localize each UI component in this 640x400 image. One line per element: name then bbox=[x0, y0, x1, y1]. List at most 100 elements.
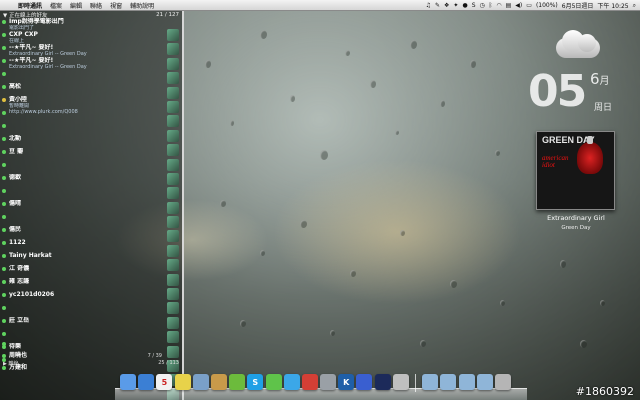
avatar bbox=[167, 43, 179, 56]
contact-row[interactable]: 高松 bbox=[0, 83, 182, 96]
menu-app[interactable]: 即時通訊 bbox=[14, 1, 46, 10]
contact-row[interactable]: http://www.plurk.com/Q008 bbox=[0, 109, 182, 122]
contact-list: Imp說得學電影出門 電影出門了 CXP CXP 在線上 --★平凡~ 要好! Extra… bbox=[0, 18, 182, 369]
k-app-icon[interactable]: K bbox=[338, 374, 355, 390]
adium-status-icon[interactable]: ● bbox=[462, 2, 467, 9]
dock: 5 S K bbox=[120, 374, 511, 394]
contact-row[interactable]: --★平凡~ 要好! Extraordinary Girl -- Green Da… bbox=[0, 44, 182, 57]
utility-icon[interactable] bbox=[392, 374, 409, 390]
contact-row[interactable] bbox=[0, 338, 182, 350]
status-dot-icon bbox=[2, 202, 6, 206]
contact-row[interactable] bbox=[0, 187, 182, 200]
preview-icon[interactable] bbox=[192, 374, 209, 390]
dropbox-status-icon[interactable]: ❖ bbox=[444, 2, 449, 9]
avatar bbox=[167, 72, 179, 85]
adium-icon[interactable] bbox=[229, 374, 246, 390]
twitter-status-icon[interactable]: ✦ bbox=[453, 2, 458, 9]
menubar-time[interactable]: 下午 10:25 bbox=[597, 1, 628, 10]
avatar bbox=[167, 172, 179, 185]
time-machine-icon[interactable]: ◷ bbox=[480, 2, 485, 9]
status-dot-icon bbox=[2, 189, 6, 193]
music-status-icon[interactable]: ♫ bbox=[426, 2, 431, 9]
spotlight-icon[interactable]: ⌕ bbox=[633, 2, 636, 10]
chrome-icon[interactable] bbox=[301, 374, 318, 390]
status-dot-icon bbox=[2, 228, 6, 232]
status-area: ♫ ✎ ❖ ✦ ● S ◷ ᛒ ◠ ▤ ◀) ▭ (100%) 6月5日週日 下… bbox=[426, 0, 636, 11]
contact-row[interactable]: 傷民 bbox=[0, 226, 182, 239]
menu-help[interactable]: 輔助說明 bbox=[126, 1, 158, 10]
package-icon[interactable] bbox=[210, 374, 227, 390]
safari-icon[interactable] bbox=[138, 374, 155, 390]
contact-row[interactable]: yc2101d0206 bbox=[0, 291, 182, 304]
twitter-icon[interactable] bbox=[283, 374, 300, 390]
folder-icon[interactable] bbox=[440, 374, 457, 390]
contact-row[interactable]: 傷晴 bbox=[0, 200, 182, 213]
messages-icon[interactable] bbox=[265, 374, 282, 390]
stickies-icon[interactable] bbox=[174, 374, 191, 390]
folder-icon[interactable] bbox=[422, 374, 439, 390]
contact-row[interactable]: 周曉也 bbox=[0, 350, 182, 362]
album-artwork[interactable]: GREEN DAY american idiot bbox=[536, 131, 615, 210]
status-dot-icon bbox=[2, 366, 6, 370]
status-dot-icon bbox=[2, 20, 6, 24]
watermark: #1860392 bbox=[575, 385, 634, 398]
calendar-icon[interactable]: 5 bbox=[156, 374, 173, 390]
status-dot-icon bbox=[2, 72, 6, 76]
contact-row[interactable]: 江 奇儀 bbox=[0, 265, 182, 278]
contact-row[interactable]: 方建和 bbox=[0, 362, 182, 374]
status-dot-icon bbox=[2, 306, 6, 310]
menubar-date[interactable]: 6月5日週日 bbox=[562, 1, 594, 10]
finder-icon[interactable] bbox=[120, 374, 136, 390]
bluetooth-icon[interactable]: ᛒ bbox=[489, 2, 493, 9]
contact-row[interactable]: 北動 bbox=[0, 135, 182, 148]
contact-row[interactable] bbox=[0, 122, 182, 135]
contact-row[interactable]: 1122 bbox=[0, 239, 182, 252]
battery-icon[interactable]: ▭ bbox=[526, 2, 532, 9]
contact-row[interactable]: 德歡 bbox=[0, 174, 182, 187]
flag-icon[interactable]: ▤ bbox=[506, 2, 512, 9]
contact-row[interactable]: --★平凡~ 要好! Extraordinary Girl -- Green Da… bbox=[0, 57, 182, 70]
contact-row[interactable] bbox=[0, 213, 182, 226]
evernote-status-icon[interactable]: ✎ bbox=[435, 2, 440, 9]
contact-row[interactable]: CXP CXP 在線上 bbox=[0, 31, 182, 44]
contact-row[interactable] bbox=[0, 161, 182, 174]
contact-name: 北動 bbox=[9, 135, 22, 142]
contact-row[interactable]: Imp說得學電影出門 電影出門了 bbox=[0, 18, 182, 31]
contact-name: 江 奇儀 bbox=[9, 265, 30, 272]
contact-name: 傷民 bbox=[9, 226, 22, 233]
contact-row[interactable] bbox=[0, 70, 182, 83]
contact-name: 黃小陸 bbox=[9, 96, 28, 103]
contact-status: http://www.plurk.com/Q008 bbox=[9, 109, 78, 115]
wifi-icon[interactable]: ◠ bbox=[496, 2, 501, 9]
menu-window[interactable]: 視窗 bbox=[106, 1, 126, 10]
music-icon[interactable] bbox=[374, 374, 391, 390]
trash-icon[interactable] bbox=[494, 374, 511, 390]
contact-row[interactable] bbox=[0, 304, 182, 317]
contact-name: 德歡 bbox=[9, 174, 22, 181]
avatar bbox=[167, 244, 179, 257]
contact-name: CXP CXP bbox=[9, 31, 38, 38]
itunes-icon[interactable] bbox=[356, 374, 373, 390]
status-dot-icon bbox=[2, 176, 6, 180]
folder-icon[interactable] bbox=[458, 374, 475, 390]
contact-row[interactable]: 雍 志謙 bbox=[0, 278, 182, 291]
contact-row[interactable]: 豆 瓣 bbox=[0, 148, 182, 161]
contact-row[interactable]: 黃小陸 暫時離開 bbox=[0, 96, 182, 109]
menu-file[interactable]: 檔案 bbox=[46, 1, 66, 10]
menu-edit[interactable]: 編輯 bbox=[66, 1, 86, 10]
skype-status-icon[interactable]: S bbox=[472, 2, 476, 9]
folder-icon[interactable] bbox=[476, 374, 493, 390]
cloud-icon bbox=[548, 28, 604, 62]
app-icon[interactable] bbox=[320, 374, 337, 390]
status-dot-icon bbox=[2, 215, 6, 219]
menu-contact[interactable]: 聯絡 bbox=[86, 1, 106, 10]
online-group-header[interactable]: ▼ 正在線上的好友 21 / 127 bbox=[0, 11, 182, 19]
skype-icon[interactable]: S bbox=[247, 374, 264, 390]
calendar-month: 6月 bbox=[590, 70, 610, 88]
now-playing-artist: Green Day bbox=[561, 225, 591, 231]
contact-row[interactable]: 莊 立岳 bbox=[0, 317, 182, 330]
avatar bbox=[167, 129, 179, 142]
volume-icon[interactable]: ◀) bbox=[515, 2, 522, 9]
avatar bbox=[167, 273, 179, 286]
contact-row[interactable]: Tainy Harkat bbox=[0, 252, 182, 265]
